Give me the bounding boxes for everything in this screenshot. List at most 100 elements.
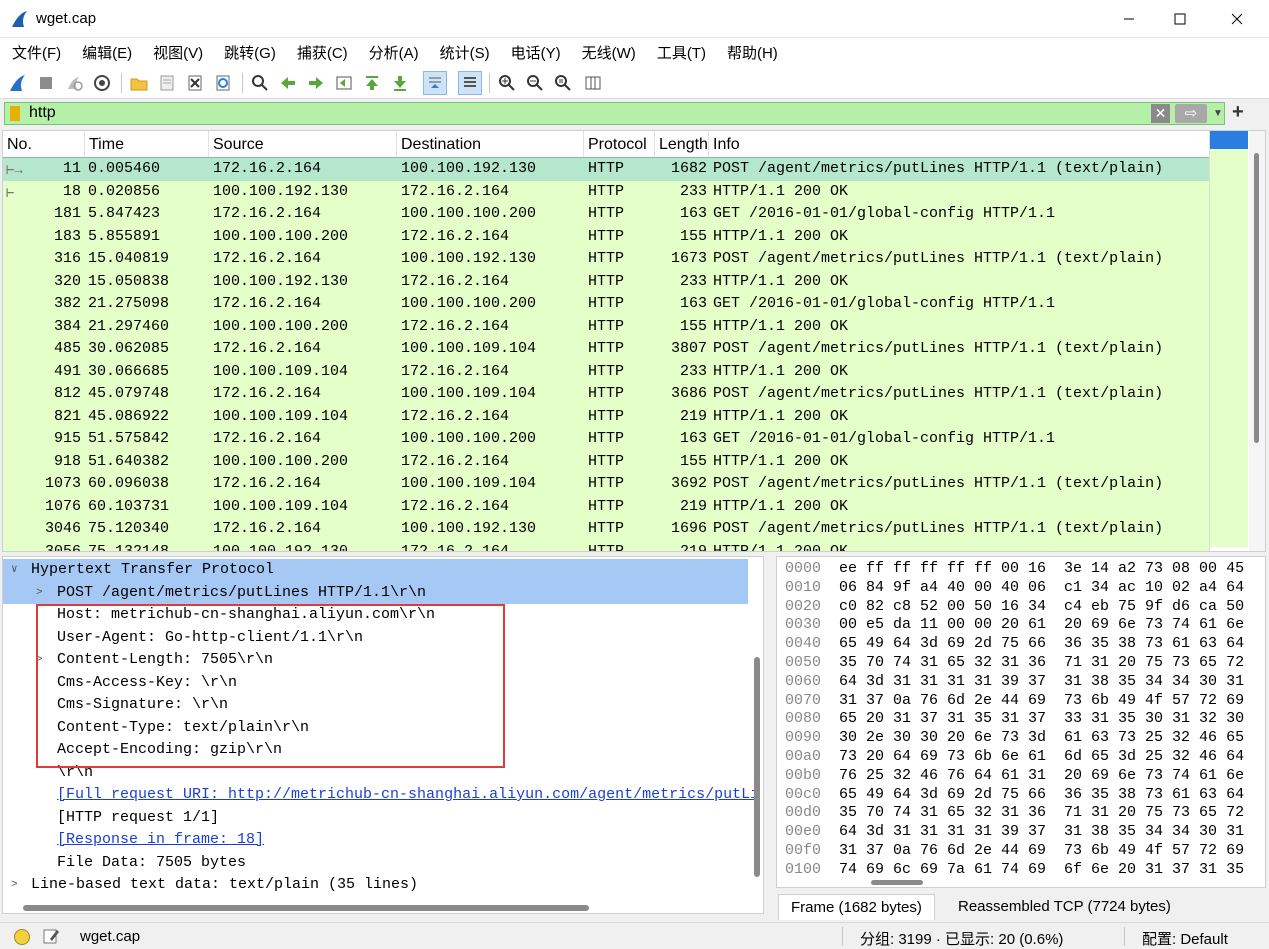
wireshark-fin-icon [10,75,25,91]
detail-tree-item[interactable]: > Line-based text data: text/plain (35 li… [3,874,748,897]
menu-go[interactable]: 跳转(G) [216,42,284,63]
bytes-hscroll-thumb[interactable] [871,880,923,885]
packet-row[interactable]: 183 5.855891 100.100.100.200 172.16.2.164 HT… [3,225,1209,248]
expand-chevron-down-icon[interactable]: ∨ [11,559,18,582]
display-filter-input[interactable]: http [29,104,56,122]
packet-row[interactable]: 181 5.847423 172.16.2.164 100.100.100.200 HT… [3,203,1209,226]
column-header-no[interactable]: No. [3,131,85,158]
detail-tree-item[interactable]: [Full request URI: http://metrichub-cn-s… [3,784,759,807]
menu-telephony[interactable]: 电话(Y) [503,42,569,63]
menu-wireless[interactable]: 无线(W) [574,42,644,63]
packet-row[interactable]: 485 30.062085 172.16.2.164 100.100.109.104 H… [3,338,1209,361]
find-packet-button[interactable] [248,71,272,95]
packet-row[interactable]: 3046 75.120340 172.16.2.164 100.100.192.130… [3,518,1209,541]
reload-file-button[interactable] [211,71,235,95]
column-header-protocol[interactable]: Protocol [584,131,655,158]
packet-minimap[interactable] [1209,131,1248,551]
restart-capture-button[interactable] [62,71,86,95]
packet-row[interactable]: 812 45.079748 172.16.2.164 100.100.109.104 H… [3,383,1209,406]
go-back-icon [281,77,295,89]
filter-history-chevron-icon[interactable]: ▼ [1211,103,1225,124]
packet-row[interactable]: 3056 75.132148 100.100.192.130 172.16.2.164… [3,540,1209,551]
detail-tree-item[interactable]: ∨ Hypertext Transfer Protocol [3,559,748,582]
zoom-normal-button[interactable] [551,71,575,95]
stop-capture-button[interactable] [34,71,58,95]
detail-link[interactable]: [Response in frame: 18] [57,829,264,852]
detail-tree-item[interactable]: File Data: 7505 bytes [3,852,748,875]
packet-row[interactable]: 1073 60.096038 172.16.2.164 100.100.109.104… [3,473,1209,496]
packet-cell-dst: 100.100.109.104 [401,385,537,402]
go-back-button[interactable] [276,71,300,95]
packet-row[interactable]: 382 21.275098 172.16.2.164 100.100.100.200 H… [3,293,1209,316]
packet-cell-info: HTTP/1.1 200 OK [713,362,849,380]
capture-options-button[interactable] [90,71,114,95]
details-scroll-thumb[interactable] [754,657,760,877]
tab-frame-bytes[interactable]: Frame (1682 bytes) [778,894,935,920]
packet-row[interactable]: 491 30.066685 100.100.109.104 172.16.2.164 H… [3,360,1209,383]
column-header-length[interactable]: Length [655,131,709,158]
go-to-packet-button[interactable] [332,71,356,95]
detail-tree-item[interactable]: [HTTP request 1/1] [3,807,748,830]
go-first-button[interactable] [360,71,384,95]
zoom-in-button[interactable] [495,71,519,95]
tab-reassembled-tcp[interactable]: Reassembled TCP (7724 bytes) [946,894,1183,920]
menu-help[interactable]: 帮助(H) [719,42,786,63]
packet-list-scrollbar[interactable] [1249,131,1265,551]
menu-analyze[interactable]: 分析(A) [361,42,427,63]
resize-columns-button[interactable] [581,71,605,95]
hex-offset: 0100 [785,860,822,878]
packet-row[interactable]: 821 45.086922 100.100.109.104 172.16.2.164 H… [3,405,1209,428]
expand-chevron-right-icon[interactable]: > [36,582,43,605]
menu-tools[interactable]: 工具(T) [649,42,714,63]
apply-filter-icon[interactable]: ⇨ [1175,104,1207,123]
menu-file[interactable]: 文件(F) [4,42,69,63]
packet-row[interactable]: 316 15.040819 172.16.2.164 100.100.192.130 H… [3,248,1209,271]
go-forward-button[interactable] [304,71,328,95]
packet-list-scroll-thumb[interactable] [1254,153,1259,443]
detail-link[interactable]: [Full request URI: http://metrichub-cn-s… [57,784,759,807]
menu-edit[interactable]: 编辑(E) [74,42,140,63]
capture-comment-icon[interactable] [42,927,60,949]
packet-cell-dst: 100.100.109.104 [401,340,537,357]
packet-row[interactable]: ⊢ 18 0.020856 100.100.192.130 172.16.2.164 HT… [3,180,1209,203]
column-header-info[interactable]: Info [709,131,1209,158]
expand-chevron-right-icon[interactable]: > [11,874,18,897]
detail-tree-item[interactable]: > POST /agent/metrics/putLines HTTP/1.1\r… [3,581,748,605]
packet-cell-src: 172.16.2.164 [213,340,322,357]
packet-row[interactable]: 320 15.050838 100.100.192.130 172.16.2.164 H… [3,270,1209,293]
bookmark-icon[interactable] [10,106,20,121]
column-header-time[interactable]: Time [85,131,209,158]
hex-bytes: 06 84 9f a4 40 00 40 06 c1 34 ac 10 02 a… [839,578,1245,596]
open-file-button[interactable] [127,71,151,95]
go-last-button[interactable] [388,71,412,95]
packet-cell-time: 45.086922 [88,407,170,425]
add-filter-button-icon[interactable]: + [1232,101,1244,124]
close-window-button[interactable] [1209,0,1265,38]
detail-tree-item[interactable]: [Response in frame: 18] [3,829,748,852]
clear-filter-icon[interactable]: ✕ [1151,104,1170,123]
packet-row[interactable]: 915 51.575842 172.16.2.164 100.100.100.200 H… [3,428,1209,451]
packet-row[interactable]: 384 21.297460 100.100.100.200 172.16.2.164 H… [3,315,1209,338]
colorize-button[interactable] [458,71,482,95]
menu-statistics[interactable]: 统计(S) [432,42,498,63]
zoom-out-button[interactable] [523,71,547,95]
packet-row[interactable]: 1076 60.103731 100.100.109.104 172.16.2.164… [3,495,1209,518]
status-profile[interactable]: 配置: Default [1142,928,1228,949]
minimize-button[interactable] [1101,0,1157,38]
packet-cell-no: 491 [53,362,81,380]
column-header-destination[interactable]: Destination [397,131,584,158]
packet-row[interactable]: 918 51.640382 100.100.100.200 172.16.2.164 H… [3,450,1209,473]
expert-info-icon[interactable] [14,929,30,945]
start-capture-button[interactable] [6,71,30,95]
packet-row[interactable]: ⊢→ 11 0.005460 172.16.2.164 100.100.192.130 H… [3,157,1210,182]
menu-view[interactable]: 视图(V) [145,42,211,63]
close-file-button[interactable] [183,71,207,95]
packet-cell-time: 45.079748 [88,385,170,402]
save-file-button[interactable] [155,71,179,95]
autoscroll-button[interactable] [423,71,447,95]
menu-capture[interactable]: 捕获(C) [289,42,356,63]
hex-bytes: 65 49 64 3d 69 2d 75 66 36 35 38 73 61 6… [839,785,1245,803]
maximize-button[interactable] [1152,0,1208,38]
details-hscroll-thumb[interactable] [23,905,589,911]
column-header-source[interactable]: Source [209,131,397,158]
